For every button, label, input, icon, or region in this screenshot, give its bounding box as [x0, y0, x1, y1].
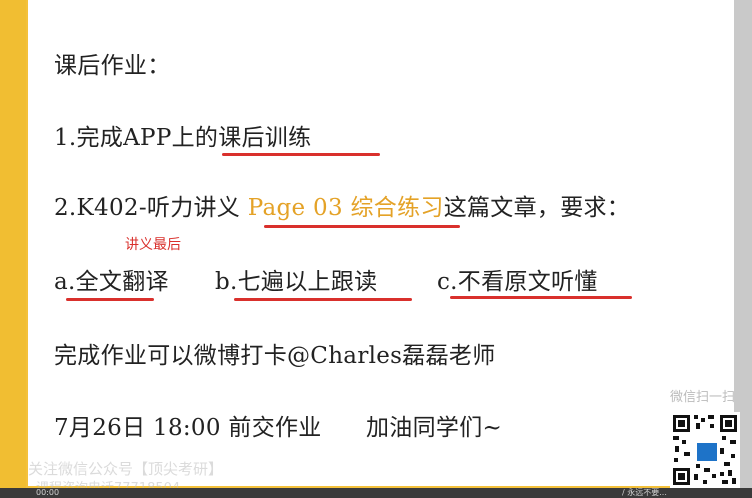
underline-requirement-b	[234, 298, 412, 301]
item-2-prefix: 2.K402-听力讲义	[54, 195, 248, 221]
checkin-note: 完成作业可以微博打卡@Charles磊磊老师	[54, 343, 496, 369]
cheer-text: 加油同学们~	[366, 415, 503, 441]
video-time-counter: 00:00	[36, 488, 60, 497]
slide: 课后作业： 1.完成APP上的课后训练 2.K402-听力讲义 Page 03 …	[28, 0, 734, 496]
homework-item-2: 2.K402-听力讲义 Page 03 综合练习这篇文章，要求：	[54, 188, 630, 222]
underline-item-1	[222, 153, 380, 156]
watermark-follow: 关注微信公众号【顶尖考研】	[28, 460, 224, 478]
watermark-wechat-scan: 微信扫一扫	[670, 390, 736, 405]
left-border	[0, 0, 26, 498]
requirement-b: b.七遍以上跟读	[215, 269, 378, 295]
underline-requirement-c	[450, 296, 632, 299]
qr-code	[670, 412, 740, 488]
underline-item-2	[264, 225, 460, 228]
underline-requirement-a	[66, 298, 154, 301]
requirement-a: a.全文翻译	[54, 269, 169, 295]
video-bottom-caption: / 永远不要...	[622, 488, 667, 497]
slide-title: 课后作业：	[54, 53, 171, 79]
item-2-suffix: 这篇文章，要求：	[443, 195, 631, 221]
qr-center-logo	[695, 441, 719, 463]
deadline-note: 7月26日 18:00 前交作业	[54, 415, 322, 441]
item-2-highlight: Page 03 综合练习	[247, 195, 444, 221]
homework-item-1: 1.完成APP上的课后训练	[54, 125, 312, 151]
requirement-c: c.不看原文听懂	[437, 269, 598, 295]
handwritten-annotation: 讲义最后	[125, 237, 181, 253]
